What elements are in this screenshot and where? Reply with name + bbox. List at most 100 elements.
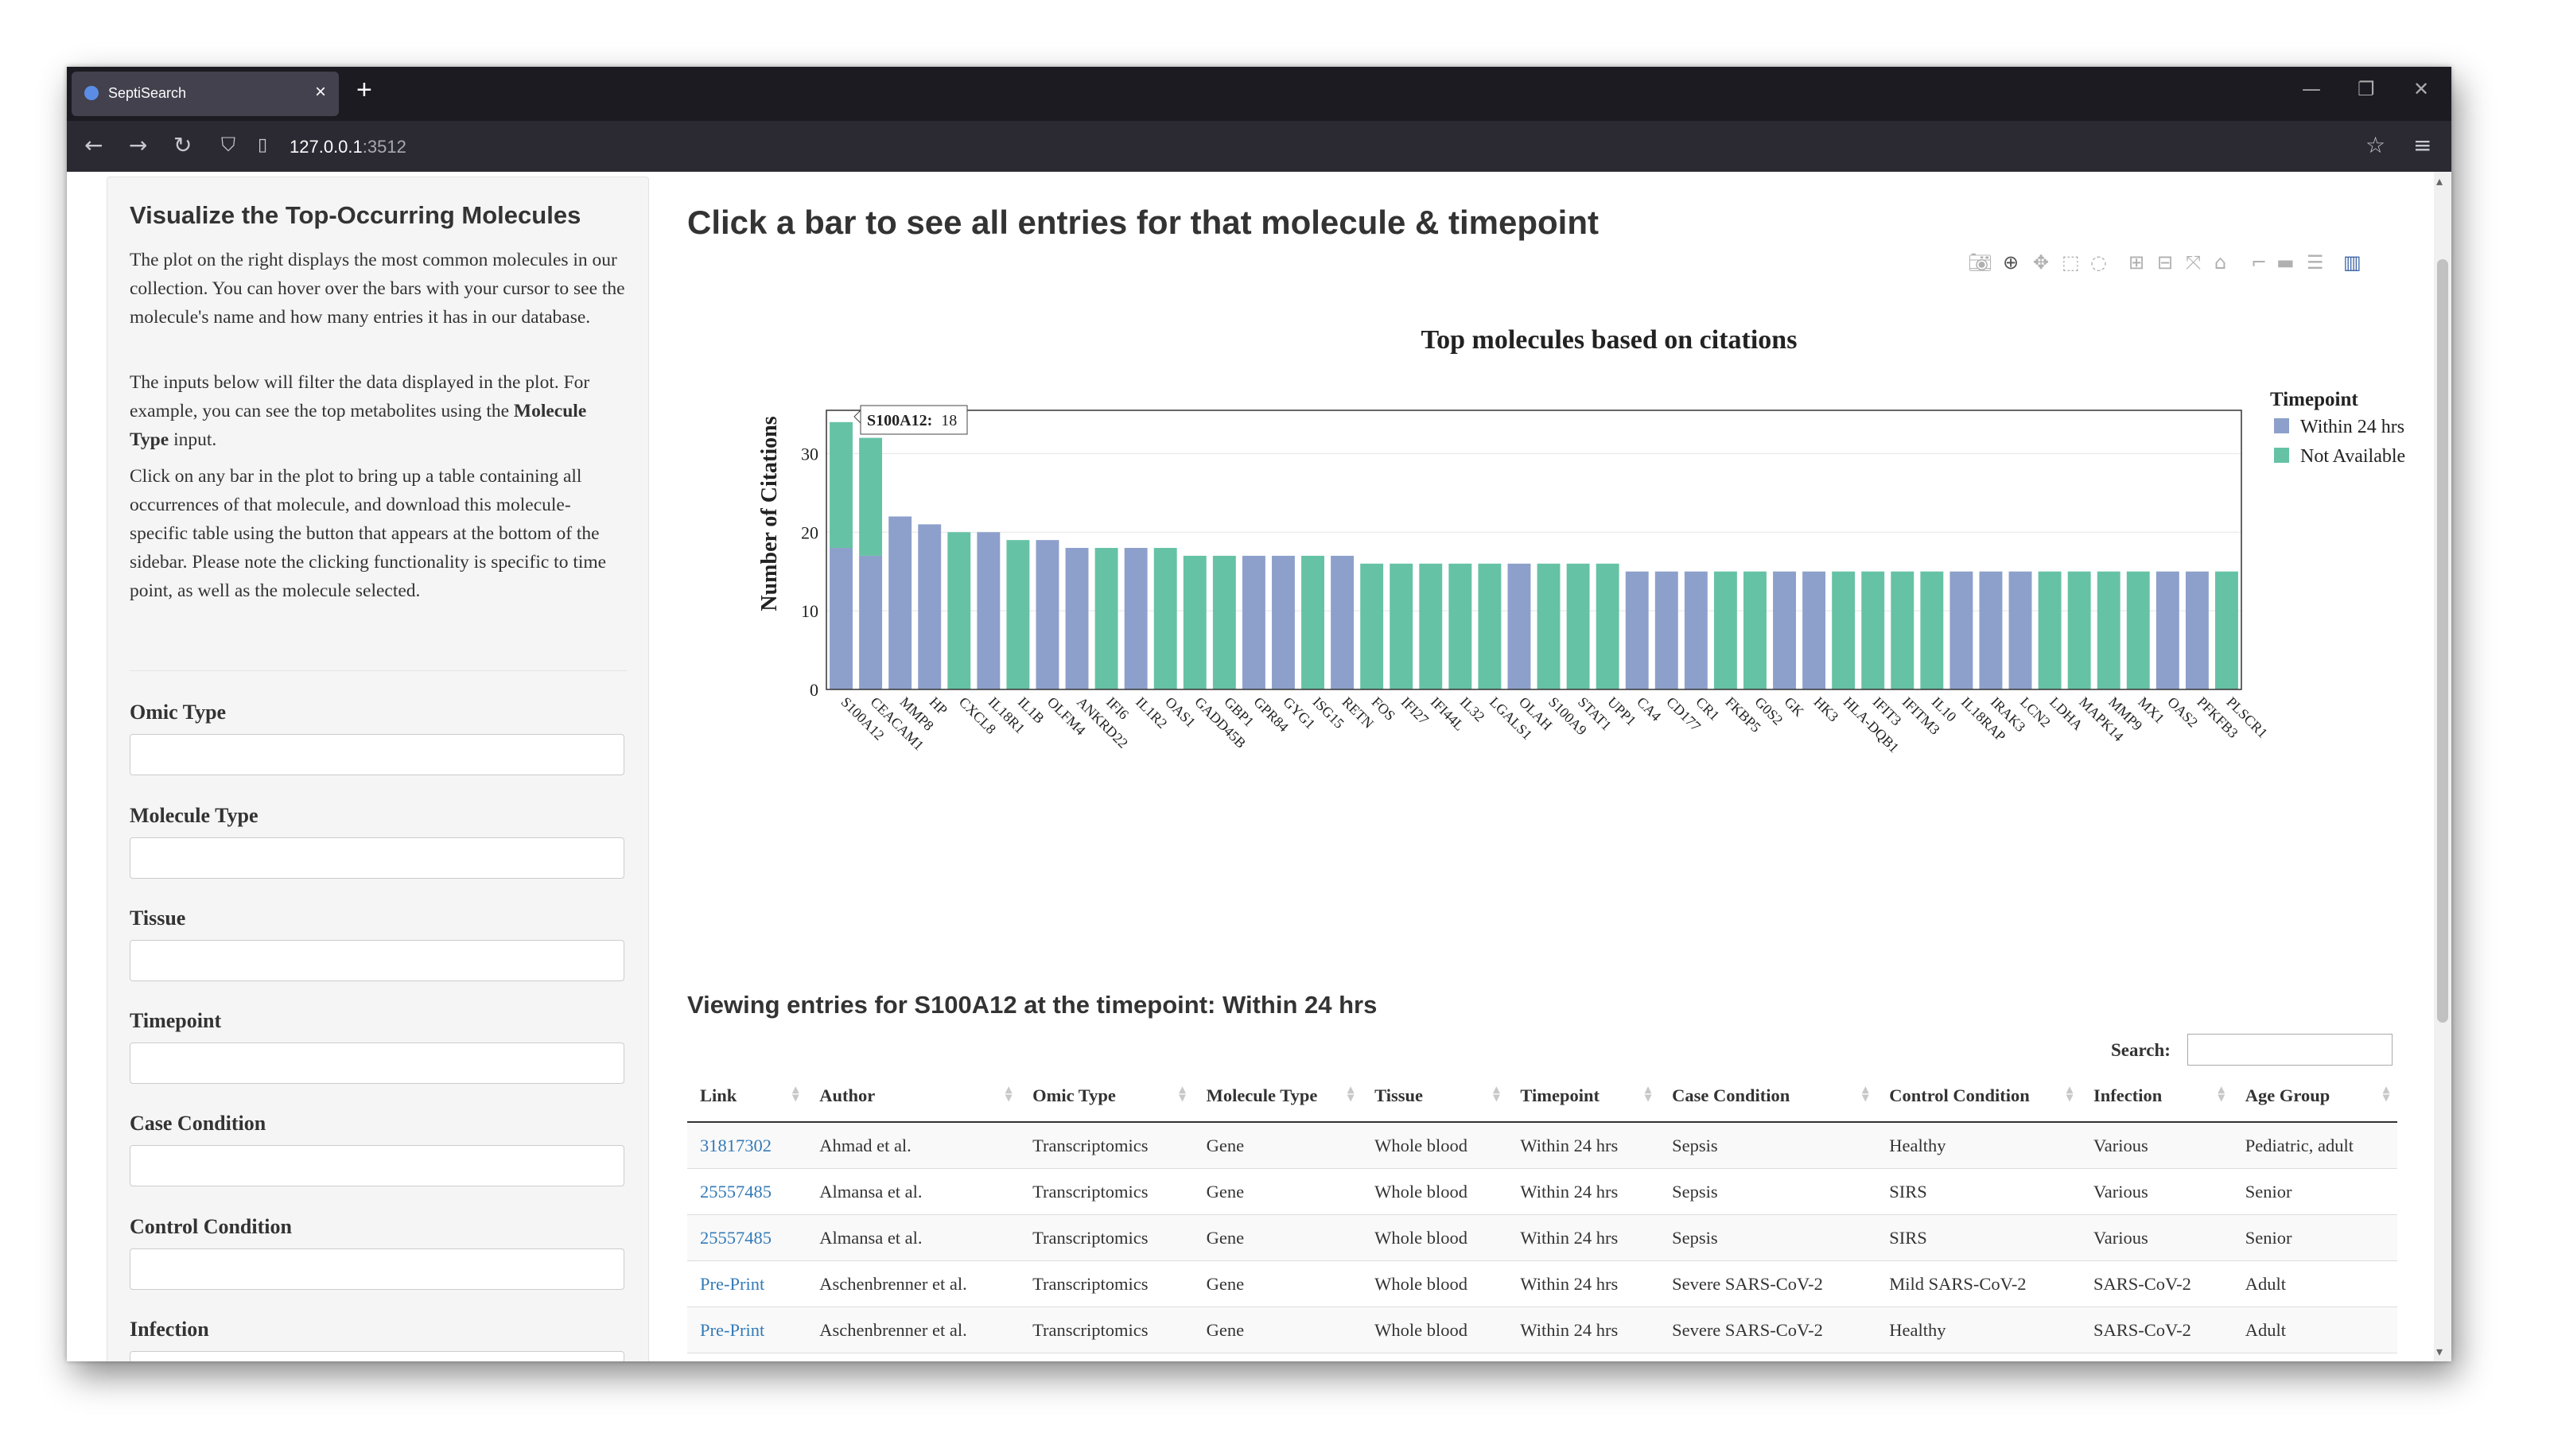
bar-olah[interactable] bbox=[1507, 563, 1531, 689]
column-header-control-condition[interactable]: Control Condition ▴ ▾ bbox=[1876, 1070, 2081, 1123]
bar-ifi27[interactable] bbox=[1390, 563, 1413, 689]
bar-oas1[interactable] bbox=[1153, 548, 1177, 689]
bar-cxcl8[interactable] bbox=[947, 532, 971, 689]
legend-label-within[interactable]: Within 24 hrs bbox=[2300, 417, 2404, 437]
camera-icon[interactable]: 📷︎ bbox=[1968, 251, 1992, 274]
bar-ankrd22[interactable] bbox=[1065, 548, 1089, 689]
page-scrollbar[interactable]: ▴ ▾ bbox=[2434, 172, 2451, 1361]
bar-hp[interactable] bbox=[918, 524, 942, 689]
column-header-omic-type[interactable]: Omic Type ▴ ▾ bbox=[1020, 1070, 1194, 1123]
bar-ifit3[interactable] bbox=[1861, 571, 1885, 689]
tab-septisearch[interactable]: SeptiSearch × bbox=[72, 72, 339, 116]
study-link[interactable]: Pre-Print bbox=[700, 1274, 764, 1294]
bar-lcn2[interactable] bbox=[2008, 571, 2032, 689]
forward-icon[interactable]: → bbox=[129, 132, 147, 158]
bar-mmp8[interactable] bbox=[888, 516, 912, 689]
bar-fkbp5[interactable] bbox=[1713, 571, 1737, 689]
case-condition-input[interactable] bbox=[130, 1145, 624, 1186]
bar-ceacam1[interactable] bbox=[859, 437, 883, 556]
reload-icon[interactable]: ↻ bbox=[173, 132, 192, 158]
zoom-icon[interactable]: ⊕ bbox=[2003, 251, 2019, 274]
bar-pfkfb3[interactable] bbox=[2185, 571, 2209, 689]
bar-irak3[interactable] bbox=[1979, 571, 2003, 689]
autoscale-icon[interactable]: ⤧ bbox=[2186, 251, 2201, 274]
column-header-case-condition[interactable]: Case Condition ▴ ▾ bbox=[1659, 1070, 1877, 1123]
bar-gbp1[interactable] bbox=[1212, 555, 1236, 689]
study-link[interactable]: Pre-Print bbox=[700, 1320, 764, 1340]
box-select-icon[interactable]: ⬚ bbox=[2062, 251, 2080, 274]
bar-il18r1[interactable] bbox=[977, 532, 1001, 689]
column-header-tissue[interactable]: Tissue ▴ ▾ bbox=[1362, 1070, 1508, 1123]
bar-il18rap[interactable] bbox=[1949, 571, 1973, 689]
timepoint-input[interactable] bbox=[130, 1042, 624, 1084]
control-condition-input[interactable] bbox=[130, 1248, 624, 1290]
bar-s100a9[interactable] bbox=[1537, 563, 1561, 689]
bar-cd177[interactable] bbox=[1654, 571, 1678, 689]
bar-lgals1[interactable] bbox=[1478, 563, 1502, 689]
zoom-in-icon[interactable]: ⊞ bbox=[2128, 251, 2144, 274]
restore-icon[interactable]: ❐ bbox=[2358, 78, 2375, 100]
shield-icon[interactable]: ⛉ bbox=[221, 134, 235, 156]
column-header-age-group[interactable]: Age Group ▴ ▾ bbox=[2232, 1070, 2397, 1123]
address-bar[interactable]: 127.0.0.1:3512 bbox=[290, 137, 406, 157]
bar-plscr1[interactable] bbox=[2215, 571, 2238, 689]
bar-g0s2[interactable] bbox=[1743, 571, 1767, 689]
bar-mapk14[interactable] bbox=[2067, 571, 2091, 689]
bar-stat1[interactable] bbox=[1566, 563, 1590, 689]
bar-s100a12[interactable] bbox=[830, 548, 853, 689]
new-tab-button[interactable]: + bbox=[356, 75, 372, 106]
infection-input[interactable] bbox=[130, 1351, 624, 1361]
bookmark-star-icon[interactable]: ☆ bbox=[2365, 132, 2385, 158]
scroll-up-icon[interactable]: ▴ bbox=[2436, 173, 2443, 189]
bar-fos[interactable] bbox=[1360, 563, 1384, 689]
hover-closest-icon[interactable]: ▬ bbox=[2276, 251, 2295, 274]
scrollbar-thumb[interactable] bbox=[2437, 259, 2448, 1023]
bar-hla-dqb1[interactable] bbox=[1832, 571, 1856, 689]
bar-ceacam1[interactable] bbox=[859, 555, 883, 689]
bar-cr1[interactable] bbox=[1684, 571, 1708, 689]
page-info-icon[interactable]: ▯ bbox=[258, 135, 267, 155]
bar-upp1[interactable] bbox=[1596, 563, 1619, 689]
bar-retn[interactable] bbox=[1331, 555, 1355, 689]
bar-ca4[interactable] bbox=[1625, 571, 1649, 689]
column-header-author[interactable]: Author ▴ ▾ bbox=[807, 1070, 1020, 1123]
zoom-out-icon[interactable]: ⊟ bbox=[2157, 251, 2173, 274]
bar-gpr84[interactable] bbox=[1242, 555, 1265, 689]
spike-lines-icon[interactable]: ⌐ bbox=[2251, 251, 2267, 274]
study-link[interactable]: 25557485 bbox=[700, 1228, 772, 1248]
bar-ifi6[interactable] bbox=[1094, 548, 1118, 689]
omic-type-input[interactable] bbox=[130, 734, 624, 775]
study-link[interactable]: 25557485 bbox=[700, 1182, 772, 1202]
bar-il10[interactable] bbox=[1920, 571, 1944, 689]
bar-mx1[interactable] bbox=[2126, 571, 2150, 689]
bar-ldha[interactable] bbox=[2038, 571, 2062, 689]
bar-ifitm3[interactable] bbox=[1891, 571, 1914, 689]
scroll-down-icon[interactable]: ▾ bbox=[2436, 1344, 2443, 1360]
bar-gadd45b[interactable] bbox=[1183, 555, 1207, 689]
reset-axes-icon[interactable]: ⌂ bbox=[2214, 251, 2226, 274]
bar-olfm4[interactable] bbox=[1036, 540, 1059, 689]
lasso-icon[interactable]: ◌ bbox=[2090, 251, 2107, 274]
plotly-logo-icon[interactable]: ▥ bbox=[2343, 251, 2361, 274]
bar-gyg1[interactable] bbox=[1272, 555, 1295, 689]
search-input[interactable] bbox=[2187, 1034, 2393, 1066]
bar-il1b[interactable] bbox=[1006, 540, 1030, 689]
minimize-icon[interactable]: — bbox=[2302, 78, 2321, 100]
bar-hk3[interactable] bbox=[1802, 571, 1826, 689]
bar-mmp9[interactable] bbox=[2097, 571, 2120, 689]
close-window-icon[interactable]: ✕ bbox=[2413, 78, 2429, 100]
menu-icon[interactable]: ≡ bbox=[2413, 132, 2431, 158]
hover-compare-icon[interactable]: ☰ bbox=[2307, 251, 2324, 274]
legend-label-na[interactable]: Not Available bbox=[2300, 446, 2405, 467]
bar-il1r2[interactable] bbox=[1124, 548, 1148, 689]
back-icon[interactable]: ← bbox=[84, 132, 103, 158]
bar-il32[interactable] bbox=[1448, 563, 1472, 689]
bar-s100a12[interactable] bbox=[830, 421, 853, 549]
bar-oas2[interactable] bbox=[2155, 571, 2179, 689]
column-header-infection[interactable]: Infection ▴ ▾ bbox=[2080, 1070, 2233, 1123]
bar-ifi44l[interactable] bbox=[1419, 563, 1443, 689]
bar-gk[interactable] bbox=[1773, 571, 1796, 689]
molecule-type-input[interactable] bbox=[130, 837, 624, 879]
column-header-link[interactable]: Link ▴ ▾ bbox=[687, 1070, 807, 1123]
pan-icon[interactable]: ✥ bbox=[2033, 251, 2049, 274]
